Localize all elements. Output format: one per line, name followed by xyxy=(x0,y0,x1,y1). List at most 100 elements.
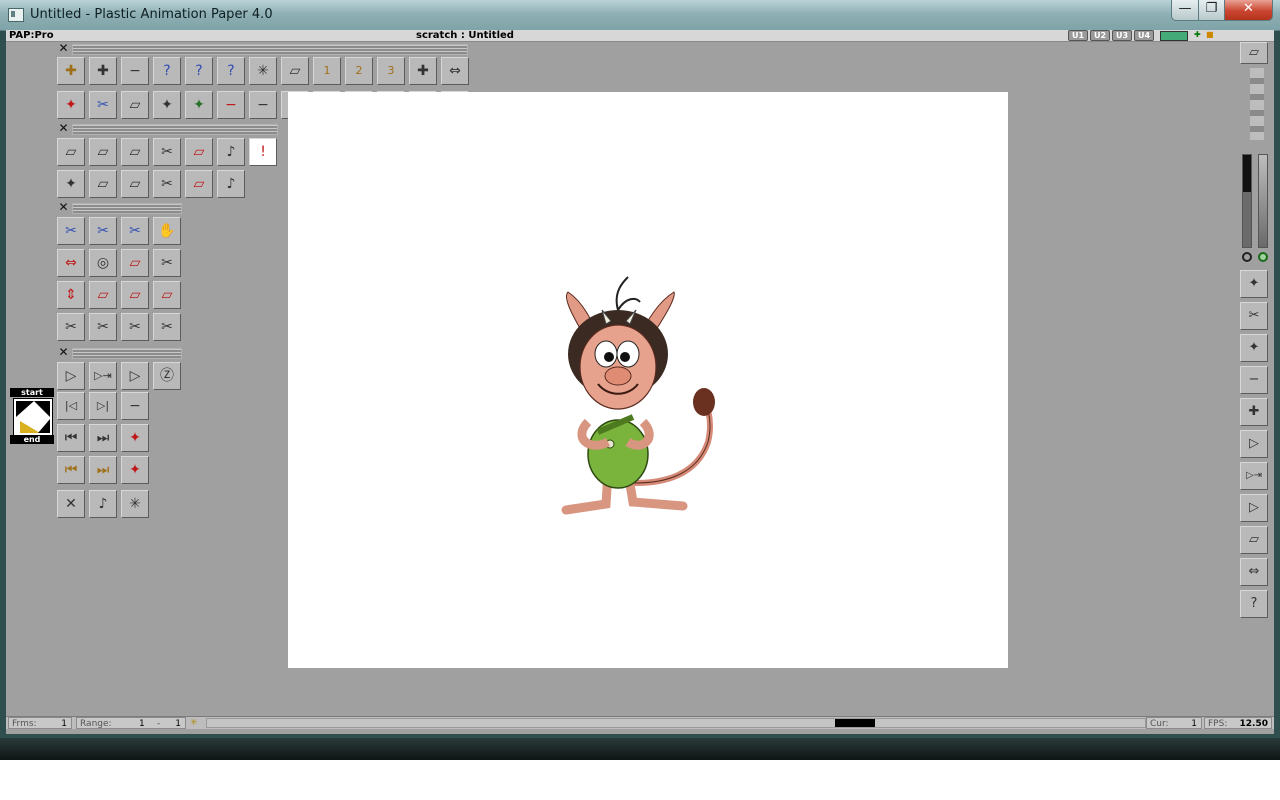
cut-sparkle-icon[interactable]: ✂ xyxy=(89,313,117,341)
timeline-track[interactable] xyxy=(206,718,1146,728)
save-sound-icon[interactable]: ♪ xyxy=(217,170,245,198)
cut-3-icon[interactable]: ✂ xyxy=(121,217,149,245)
line-icon[interactable]: − xyxy=(217,91,245,119)
green-circle-icon[interactable] xyxy=(1258,252,1268,262)
sparkle-icon[interactable]: ✳ xyxy=(249,57,277,85)
scale-icon[interactable]: ▱ xyxy=(121,249,149,277)
save-image-icon[interactable]: ▱ xyxy=(185,170,213,198)
line-2-icon[interactable]: − xyxy=(249,91,277,119)
sidebar-play-loop-icon[interactable]: ▷ xyxy=(1240,430,1268,458)
import-folder-icon[interactable]: ▱ xyxy=(185,138,213,166)
layer-stack[interactable] xyxy=(1250,68,1264,140)
close-panel-2-icon[interactable]: ✕ xyxy=(58,122,69,134)
pencil-slash-icon[interactable]: ✦ xyxy=(153,91,181,119)
cut-icon[interactable]: ✂ xyxy=(57,217,85,245)
copy-folder-icon[interactable]: ▱ xyxy=(57,138,85,166)
multi-plus-icon[interactable]: ✚ xyxy=(409,57,437,85)
plus-icon[interactable]: ✚ xyxy=(1194,31,1201,39)
trash-cut-icon[interactable]: ✂ xyxy=(153,249,181,277)
start-end-marker[interactable]: start end xyxy=(10,388,54,446)
zoom-icon[interactable]: Ⓩ xyxy=(153,362,181,390)
sidebar-play-cycle-icon[interactable]: ▷ xyxy=(1240,494,1268,522)
cut-folder-icon[interactable]: ✂ xyxy=(153,138,181,166)
flip-horizontal-icon[interactable]: ⇔ xyxy=(57,249,85,277)
maximize-button[interactable]: ❐ xyxy=(1198,0,1225,21)
pencil-cross-icon[interactable]: ✂ xyxy=(89,91,117,119)
rotate-icon[interactable]: ◎ xyxy=(89,249,117,277)
save-2-icon[interactable]: ▱ xyxy=(121,170,149,198)
light-icon[interactable]: ✳ xyxy=(121,490,149,518)
size-slider[interactable] xyxy=(1258,154,1268,248)
user-button-4[interactable]: U4 xyxy=(1134,30,1154,41)
first-frame-icon[interactable]: |◁ xyxy=(57,392,85,420)
page-flip-2-icon[interactable]: ▱ xyxy=(153,281,181,309)
brand-label[interactable]: PAP:Pro xyxy=(9,30,54,41)
save-cut-icon[interactable]: ✂ xyxy=(153,170,181,198)
play-next-icon[interactable]: ▷⇥ xyxy=(89,362,117,390)
eraser-icon[interactable]: ▱ xyxy=(281,57,309,85)
help-stroke-3-icon[interactable]: ? xyxy=(217,57,245,85)
key-icon[interactable]: ✦ xyxy=(121,424,149,452)
sidebar-pencil-icon[interactable]: ✦ xyxy=(1240,270,1268,298)
title-bar[interactable]: Untitled - Plastic Animation Paper 4.0 —… xyxy=(0,0,1280,31)
drawing-canvas[interactable] xyxy=(288,92,1008,668)
mute-icon[interactable]: ✕ xyxy=(57,490,85,518)
start-end-box[interactable] xyxy=(13,398,53,436)
sidebar-line-icon[interactable]: − xyxy=(1240,366,1268,394)
close-panel-1-icon[interactable]: ✕ xyxy=(58,42,69,54)
sidebar-save-icon[interactable]: ▱ xyxy=(1240,526,1268,554)
pencil-add-icon[interactable]: ✚ xyxy=(57,57,85,85)
play-brush-icon[interactable]: ▷ xyxy=(121,362,149,390)
save-1-icon[interactable]: ▱ xyxy=(89,170,117,198)
black-circle-icon[interactable] xyxy=(1242,252,1252,262)
timeline-thumb[interactable] xyxy=(835,719,875,727)
sidebar-add-icon[interactable]: ✚ xyxy=(1240,398,1268,426)
onion-icon[interactable]: ⇔ xyxy=(441,57,469,85)
cut-page-icon[interactable]: ✂ xyxy=(57,313,85,341)
close-button[interactable]: ✕ xyxy=(1224,0,1273,21)
cut-2-icon[interactable]: ✂ xyxy=(89,217,117,245)
play-loop-icon[interactable]: ▷ xyxy=(57,362,85,390)
sidebar-pencil-cross-icon[interactable]: ✂ xyxy=(1240,302,1268,330)
sidebar-pencil-slash-icon[interactable]: ✦ xyxy=(1240,334,1268,362)
panel-2-grip[interactable] xyxy=(72,124,278,135)
cut-sparkle-2-icon[interactable]: ✂ xyxy=(153,313,181,341)
stamp-icon[interactable]: ✦ xyxy=(57,170,85,198)
close-panel-3-icon[interactable]: ✕ xyxy=(58,201,69,213)
user-button-1[interactable]: U1 xyxy=(1068,30,1088,41)
brush-3-icon[interactable]: 3 xyxy=(377,57,405,85)
alert-icon[interactable]: ! xyxy=(249,138,277,166)
sidebar-help-icon[interactable]: ? xyxy=(1240,590,1268,618)
user-button-3[interactable]: U3 xyxy=(1112,30,1132,41)
open-folder-icon[interactable]: ▱ xyxy=(121,138,149,166)
fast-forward-mark-icon[interactable]: ⏭ xyxy=(89,456,117,484)
pin-icon[interactable]: ■ xyxy=(1206,31,1214,39)
fast-forward-icon[interactable]: ⏭ xyxy=(89,424,117,452)
rewind-mark-icon[interactable]: ⏮ xyxy=(57,456,85,484)
brush-2-icon[interactable]: 2 xyxy=(345,57,373,85)
flip-vertical-icon[interactable]: ⇕ xyxy=(57,281,85,309)
move-folder-icon[interactable]: ▱ xyxy=(89,138,117,166)
minimize-button[interactable]: — xyxy=(1171,0,1199,21)
pencil-red-icon[interactable]: ✦ xyxy=(57,91,85,119)
sound-folder-icon[interactable]: ♪ xyxy=(217,138,245,166)
help-stroke-2-icon[interactable]: ? xyxy=(185,57,213,85)
page-flip-icon[interactable]: ▱ xyxy=(121,281,149,309)
sidebar-play-next-icon[interactable]: ▷⇥ xyxy=(1240,462,1268,490)
sidebar-swap-icon[interactable]: ⇔ xyxy=(1240,558,1268,586)
cut-page-2-icon[interactable]: ✂ xyxy=(121,313,149,341)
pencil-stack-icon[interactable]: ▱ xyxy=(1240,42,1268,64)
last-frame-icon[interactable]: ▷| xyxy=(89,392,117,420)
pencil-add-small-icon[interactable]: ✚ xyxy=(89,57,117,85)
user-button-2[interactable]: U2 xyxy=(1090,30,1110,41)
help-stroke-icon[interactable]: ? xyxy=(153,57,181,85)
brush-1-icon[interactable]: 1 xyxy=(313,57,341,85)
opacity-slider[interactable] xyxy=(1242,154,1252,248)
pencil-hatch-icon[interactable]: ▱ xyxy=(121,91,149,119)
stepper-icon[interactable]: − xyxy=(121,392,149,420)
skew-icon[interactable]: ▱ xyxy=(89,281,117,309)
battery-icon[interactable] xyxy=(1160,31,1188,41)
panel-3-grip[interactable] xyxy=(72,203,182,214)
close-panel-4-icon[interactable]: ✕ xyxy=(58,346,69,358)
pencil-minus-icon[interactable]: − xyxy=(121,57,149,85)
